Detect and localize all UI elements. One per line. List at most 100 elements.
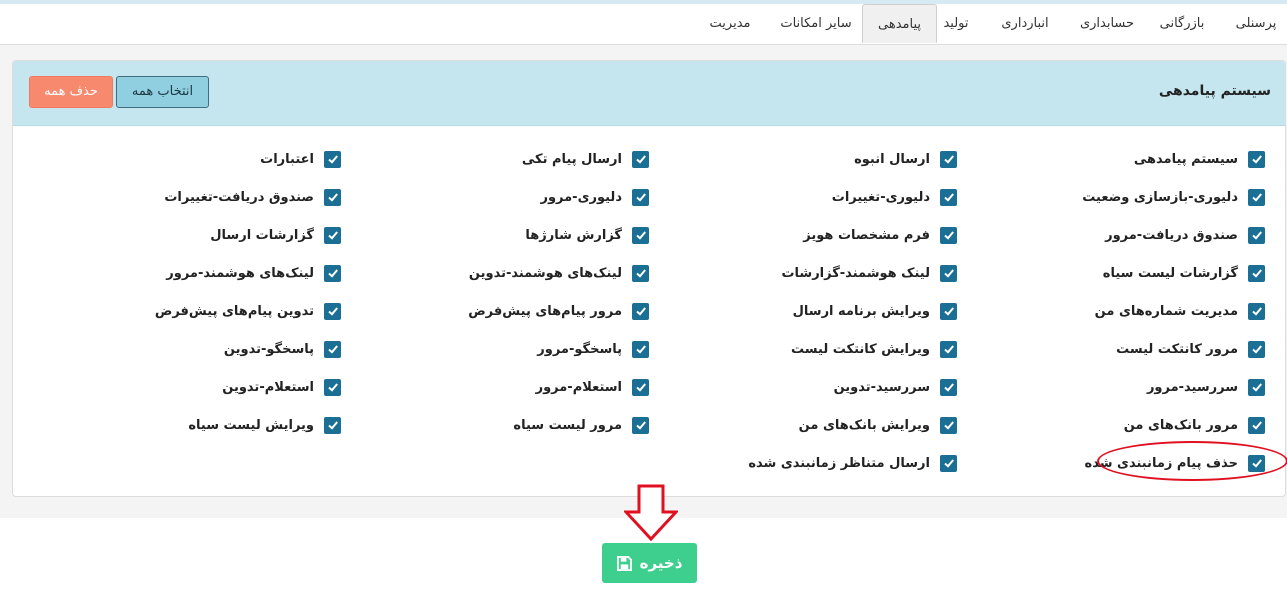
permission-label: سیستم پیامدهی [1133,151,1238,167]
checkbox[interactable] [940,302,957,320]
permission-label: دلیوری-بازسازی وضعیت [1082,189,1238,205]
checkbox[interactable] [324,340,341,358]
checkbox[interactable] [940,416,957,434]
checkbox[interactable] [940,188,957,206]
tab-personnel[interactable]: پرسنلی [1225,4,1287,43]
permission-item[interactable]: لینک‌های هوشمند-مرور [166,263,341,283]
select-all-button[interactable]: انتخاب همه [116,76,209,108]
permission-item[interactable]: سیستم پیامدهی [1134,149,1265,169]
permission-item[interactable]: اعتبارات [260,149,341,169]
permission-item[interactable]: ویرایش لیست سیاه [188,415,341,435]
permission-item[interactable]: لینک هوشمند-گزارشات [781,263,957,283]
checkbox[interactable] [1248,378,1265,396]
tab-commerce[interactable]: بازرگانی [1149,4,1215,43]
permission-item[interactable]: صندوق دریافت-تغییرات [164,187,341,207]
permission-item[interactable]: مرور پیام‌های پیش‌فرض [468,301,649,321]
permission-item[interactable]: ویرایش بانک‌های من [799,415,957,435]
permission-item[interactable]: پاسخگو-مرور [537,339,649,359]
checkbox[interactable] [632,150,649,168]
checkbox[interactable] [324,302,341,320]
checkmark-icon [1251,231,1262,240]
checkbox[interactable] [324,188,341,206]
checkbox[interactable] [940,340,957,358]
permission-item[interactable]: ارسال متناظر زمانبندی شده [748,453,957,473]
permission-item[interactable]: مدیریت شماره‌های من [1095,301,1265,321]
permission-item[interactable]: سررسید-مرور [1147,377,1265,397]
checkbox[interactable] [940,264,957,282]
permission-item[interactable]: پاسخگو-تدوین [224,339,341,359]
checkmark-icon [635,421,646,430]
checkbox[interactable] [324,264,341,282]
permission-label: لینک‌های هوشمند-مرور [166,265,314,281]
tab-production[interactable]: تولید [935,4,977,43]
checkmark-icon [635,193,646,202]
permission-item[interactable]: استعلام-تدوین [222,377,341,397]
tab-accounting[interactable]: حسابداری [1073,4,1141,43]
checkbox[interactable] [1248,188,1265,206]
checkbox[interactable] [324,226,341,244]
checkbox[interactable] [1248,226,1265,244]
tab-inventory[interactable]: انبارداری [989,4,1061,43]
permission-item[interactable]: فرم مشخصات هویز [803,225,957,245]
checkbox[interactable] [1248,264,1265,282]
checkmark-icon [327,269,338,278]
checkmark-icon [635,155,646,164]
checkbox[interactable] [632,378,649,396]
permission-item[interactable]: لینک‌های هوشمند-تدوین [469,263,649,283]
checkbox[interactable] [1248,302,1265,320]
permission-item[interactable]: استعلام-مرور [536,377,649,397]
permission-item[interactable]: گزارش شارژها [525,225,649,245]
permission-item[interactable]: ویرایش کانتکت لیست [791,339,957,359]
save-button[interactable]: ذخیره [602,543,697,583]
checkbox[interactable] [632,264,649,282]
permission-item[interactable]: گزارشات لیست سیاه [1103,263,1265,283]
checkbox[interactable] [1248,416,1265,434]
checkmark-icon [327,307,338,316]
permission-item[interactable]: دلیوری-بازسازی وضعیت [1082,187,1265,207]
checkbox[interactable] [632,188,649,206]
permission-item[interactable]: ارسال انبوه [854,149,957,169]
permission-label: صندوق دریافت-تغییرات [164,189,314,205]
checkbox[interactable] [632,340,649,358]
permission-item[interactable]: دلیوری-تغییرات [832,187,957,207]
permission-item[interactable]: مرور لیست سیاه [513,415,649,435]
permission-item[interactable]: گزارشات ارسال [210,225,341,245]
permission-item[interactable]: ارسال پیام تکی [522,149,649,169]
checkbox[interactable] [632,226,649,244]
checkmark-icon [1251,307,1262,316]
checkbox[interactable] [324,416,341,434]
checkbox[interactable] [940,226,957,244]
permission-label: ویرایش برنامه ارسال [792,303,930,319]
permission-label: مرور کانتکت لیست [1116,341,1238,357]
permission-label: ارسال پیام تکی [521,151,622,167]
permission-label: تدوین پیام‌های پیش‌فرض [154,303,314,319]
tab-messaging[interactable]: پیامدهی [862,4,937,43]
checkbox[interactable] [632,302,649,320]
checkbox[interactable] [632,416,649,434]
checkbox[interactable] [324,150,341,168]
checkmark-icon [635,307,646,316]
checkmark-icon [1251,459,1262,468]
permission-item[interactable]: سررسید-تدوین [834,377,957,397]
permission-item[interactable]: تدوین پیام‌های پیش‌فرض [155,301,341,321]
permission-item[interactable]: مرور بانک‌های من [1124,415,1265,435]
permission-label: ویرایش کانتکت لیست [791,341,930,357]
checkbox[interactable] [324,378,341,396]
checkbox[interactable] [940,454,957,472]
tab-management[interactable]: مدیریت [696,4,764,43]
permission-item[interactable]: حذف پیام زمانبندی شده [1085,453,1265,473]
checkmark-icon [1251,345,1262,354]
checkbox[interactable] [1248,454,1265,472]
permission-item[interactable]: مرور کانتکت لیست [1116,339,1265,359]
checkmark-icon [327,421,338,430]
save-button-label: ذخیره [639,554,683,572]
checkbox[interactable] [1248,150,1265,168]
permission-item[interactable]: صندوق دریافت-مرور [1105,225,1265,245]
tab-other-features[interactable]: سایر امکانات [770,4,862,43]
checkbox[interactable] [940,150,957,168]
permission-item[interactable]: ویرایش برنامه ارسال [793,301,957,321]
checkbox[interactable] [940,378,957,396]
permission-item[interactable]: دلیوری-مرور [540,187,649,207]
checkbox[interactable] [1248,340,1265,358]
delete-all-button[interactable]: حذف همه [29,76,113,108]
